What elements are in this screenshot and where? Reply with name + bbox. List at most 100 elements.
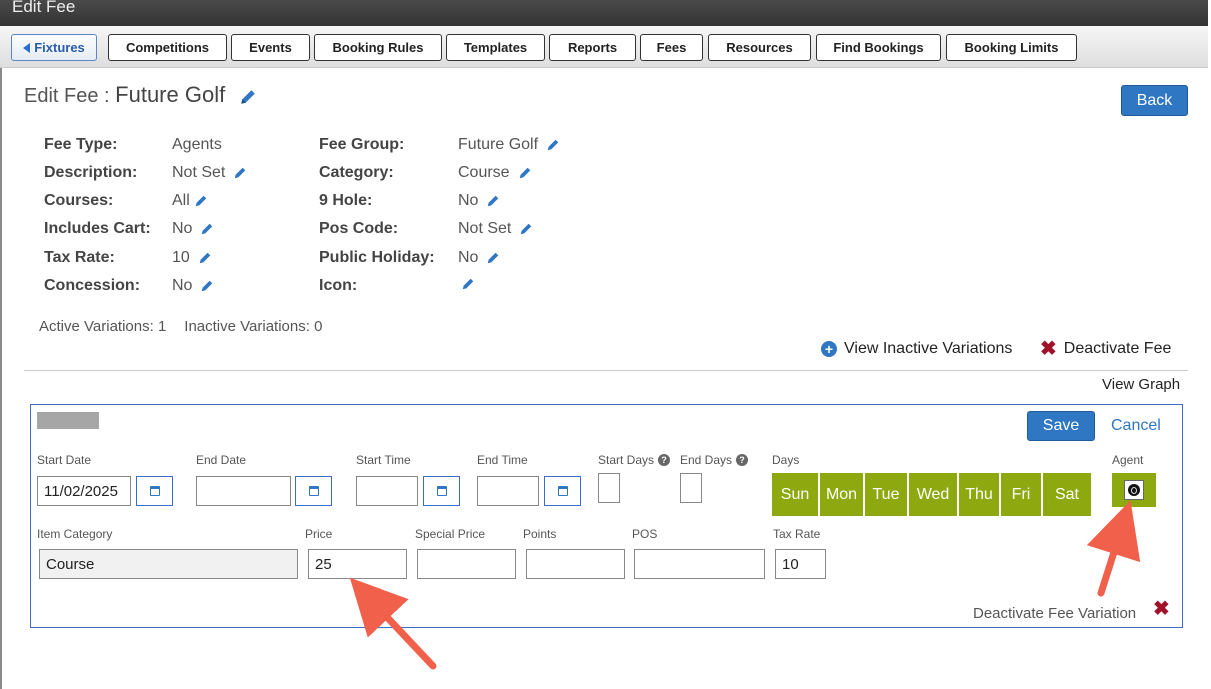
end-days-text: End Days (680, 453, 733, 467)
includes-cart-value: No (172, 220, 214, 238)
back-triangle-icon (23, 42, 31, 53)
end-time-picker-button[interactable] (544, 476, 581, 506)
concession-value: No (172, 277, 214, 295)
end-date-calendar-button[interactable] (295, 476, 332, 506)
price-input[interactable]: 25 (308, 549, 407, 579)
view-graph-link[interactable]: View Graph (1102, 376, 1180, 393)
nav-fixtures-label: Fixtures (34, 40, 85, 55)
help-icon[interactable]: ? (736, 454, 749, 466)
tax-rate-value: 10 (172, 249, 212, 267)
courses-label: Courses: (44, 192, 114, 209)
item-category-input[interactable]: Course (39, 549, 298, 579)
day-toggle-sat[interactable]: Sat (1043, 473, 1091, 516)
day-toggle-mon[interactable]: Mon (820, 473, 863, 516)
day-toggle-tue[interactable]: Tue (865, 473, 907, 516)
nav-fixtures-button[interactable]: Fixtures (11, 34, 97, 61)
tax-rate-input[interactable]: 10 (775, 549, 826, 579)
nav-reports-button[interactable]: Reports (549, 34, 636, 61)
edit-nine-hole-pencil-icon[interactable] (486, 194, 500, 208)
edit-courses-pencil-icon[interactable] (194, 194, 208, 208)
back-button[interactable]: Back (1121, 85, 1188, 116)
end-date-input[interactable] (196, 476, 291, 506)
icon-value (461, 277, 475, 291)
fee-group-value: Future Golf (458, 136, 560, 154)
edit-category-pencil-icon[interactable] (518, 166, 532, 180)
nav-fees-button[interactable]: Fees (640, 34, 703, 61)
end-days-input[interactable] (680, 473, 702, 503)
edit-concession-pencil-icon[interactable] (200, 279, 214, 293)
fee-type-value: Agents (172, 136, 222, 154)
pos-label: POS (632, 527, 658, 541)
includes-cart-label: Includes Cart: (44, 220, 151, 237)
edit-description-pencil-icon[interactable] (233, 166, 247, 180)
edit-fee-group-pencil-icon[interactable] (546, 138, 560, 152)
public-holiday-value: No (458, 249, 500, 267)
left-border (0, 68, 2, 689)
deactivate-variation-x-icon[interactable]: ✖ (1153, 599, 1170, 619)
edit-includes-cart-pencil-icon[interactable] (200, 222, 214, 236)
nav-booking-rules-button[interactable]: Booking Rules (314, 34, 442, 61)
agent-toggle[interactable] (1112, 473, 1156, 507)
fee-group-label: Fee Group: (319, 136, 405, 153)
calendar-icon (149, 486, 160, 496)
variation-color-swatch[interactable] (37, 412, 99, 429)
price-label: Price (305, 527, 333, 541)
close-x-icon: ✖ (1040, 338, 1057, 360)
start-days-label: Start Days? (598, 453, 671, 467)
fee-group-text: Future Golf (458, 136, 539, 153)
edit-fee-name-pencil-icon[interactable] (239, 88, 257, 106)
start-time-input[interactable] (356, 476, 418, 506)
special-price-input[interactable] (417, 549, 516, 579)
start-date-calendar-button[interactable] (136, 476, 173, 506)
cancel-link[interactable]: Cancel (1111, 417, 1161, 435)
nav-booking-limits-button[interactable]: Booking Limits (946, 34, 1077, 61)
page-title: Edit Fee : Future Golf (24, 82, 257, 108)
section-divider (24, 370, 1188, 371)
edit-icon-pencil-icon[interactable] (461, 277, 475, 291)
view-inactive-variations-label: View Inactive Variations (844, 340, 1013, 357)
end-time-input[interactable] (477, 476, 539, 506)
nav-resources-button[interactable]: Resources (708, 34, 811, 61)
edit-public-holiday-pencil-icon[interactable] (486, 251, 500, 265)
item-category-label: Item Category (37, 527, 113, 541)
day-toggle-wed[interactable]: Wed (909, 473, 957, 516)
start-time-picker-button[interactable] (423, 476, 460, 506)
save-button[interactable]: Save (1027, 411, 1095, 441)
view-inactive-variations-link[interactable]: + View Inactive Variations (821, 340, 1012, 358)
nine-hole-label: 9 Hole: (319, 192, 373, 209)
nav-events-button[interactable]: Events (231, 34, 310, 61)
description-text: Not Set (172, 164, 226, 181)
pos-code-label: Pos Code: (319, 220, 399, 237)
nav-competitions-button[interactable]: Competitions (108, 34, 227, 61)
calendar-icon (308, 486, 319, 496)
tax-rate-field-label: Tax Rate (773, 527, 821, 541)
points-input[interactable] (526, 549, 625, 579)
tax-rate-label: Tax Rate: (44, 249, 115, 266)
edit-tax-rate-pencil-icon[interactable] (198, 251, 212, 265)
help-icon[interactable]: ? (658, 454, 671, 466)
deactivate-fee-link[interactable]: ✖ Deactivate Fee (1040, 338, 1171, 360)
agent-checkbox (1124, 480, 1144, 500)
edit-pos-code-pencil-icon[interactable] (519, 222, 533, 236)
public-holiday-text: No (458, 249, 479, 266)
nav-templates-button[interactable]: Templates (446, 34, 545, 61)
category-label: Category: (319, 164, 394, 181)
main-nav: Fixtures Competitions Events Booking Rul… (0, 26, 1208, 68)
pos-code-value: Not Set (458, 220, 533, 238)
nine-hole-value: No (458, 192, 500, 210)
start-date-input[interactable]: 11/02/2025 (37, 476, 131, 506)
nine-hole-text: No (458, 192, 479, 209)
calendar-icon (436, 486, 447, 496)
day-toggle-sun[interactable]: Sun (772, 473, 818, 516)
icon-label: Icon: (319, 277, 358, 294)
start-days-input[interactable] (598, 473, 620, 503)
day-toggle-fri[interactable]: Fri (1001, 473, 1041, 516)
nav-find-bookings-button[interactable]: Find Bookings (816, 34, 941, 61)
agent-label: Agent (1112, 453, 1144, 467)
deactivate-fee-variation-label: Deactivate Fee Variation (973, 605, 1137, 622)
description-label: Description: (44, 164, 138, 181)
days-label: Days (772, 453, 800, 467)
day-toggle-thu[interactable]: Thu (959, 473, 999, 516)
pos-input[interactable] (634, 549, 765, 579)
pos-code-text: Not Set (458, 220, 512, 237)
